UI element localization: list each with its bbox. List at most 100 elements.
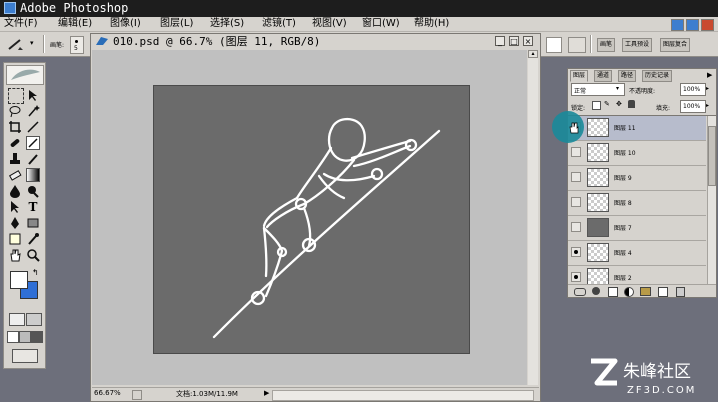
panel-menu-arrow[interactable]: ▶ — [707, 71, 712, 79]
toggle-palettes-icon[interactable] — [568, 37, 586, 53]
layer-row[interactable]: 图层 10 — [568, 141, 706, 166]
adobe-online-icon[interactable] — [6, 65, 44, 85]
vertical-scrollbar[interactable]: ▴ — [528, 50, 538, 385]
menu-image[interactable]: 图像(I) — [110, 17, 141, 31]
hand-tool-icon[interactable] — [8, 248, 22, 262]
canvas[interactable] — [153, 85, 470, 354]
zoom-tool-icon[interactable] — [26, 248, 40, 262]
status-menu-arrow[interactable]: ▶ — [264, 389, 269, 397]
standard-mode-icon[interactable] — [9, 313, 25, 326]
layer-row[interactable]: 图层 4 — [568, 241, 706, 266]
menu-layer[interactable]: 图层(L) — [160, 17, 193, 31]
brush-tool-selected-icon[interactable] — [26, 136, 40, 150]
menu-file[interactable]: 文件(F) — [4, 17, 38, 31]
close-button[interactable] — [701, 19, 714, 31]
doc-maximize-button[interactable]: □ — [509, 36, 519, 46]
layer-style-icon[interactable] — [592, 287, 600, 295]
menu-bar: 文件(F) 编辑(E) 图像(I) 图层(L) 选择(S) 滤镜(T) 视图(V… — [0, 17, 718, 32]
menu-view[interactable]: 视图(V) — [312, 17, 347, 31]
tab-history[interactable]: 历史记录 — [642, 70, 673, 82]
eye-icon[interactable] — [571, 197, 581, 207]
canvas-workarea[interactable] — [92, 50, 527, 385]
lasso-tool-icon[interactable] — [8, 104, 22, 118]
minimize-button[interactable] — [671, 19, 684, 31]
brush-preset-picker[interactable]: 5 — [70, 36, 84, 54]
screen-mode-full-icon[interactable] — [31, 331, 43, 343]
lock-position-icon[interactable]: ✥ — [616, 101, 623, 108]
tab-layers[interactable]: 图层 — [570, 70, 589, 82]
layer-row[interactable]: 图层 8 — [568, 191, 706, 216]
history-brush-tool-icon[interactable] — [26, 152, 40, 166]
screen-mode-full-menu-icon[interactable] — [19, 331, 31, 343]
layer-row[interactable]: 图层 11 — [568, 116, 706, 141]
shape-tool-icon[interactable] — [26, 216, 40, 230]
link-layers-icon[interactable] — [574, 288, 586, 296]
adjustment-layer-icon[interactable] — [624, 287, 634, 297]
layer-row[interactable]: 图层 2 — [568, 266, 706, 284]
zoom-level[interactable]: 66.67% — [94, 389, 121, 397]
tool-preset-dropdown[interactable]: ▾ — [30, 39, 34, 47]
path-selection-tool-icon[interactable] — [8, 200, 22, 214]
menu-help[interactable]: 帮助(H) — [414, 17, 449, 31]
layer-list-scrollbar[interactable] — [707, 116, 716, 284]
layer-row[interactable]: 图层 9 — [568, 166, 706, 191]
new-layer-icon[interactable] — [658, 287, 668, 297]
file-browser-icon[interactable] — [546, 37, 562, 53]
lock-all-icon[interactable] — [628, 100, 635, 108]
dodge-tool-icon[interactable] — [26, 184, 40, 198]
gradient-tool-icon[interactable] — [26, 168, 40, 182]
move-tool-icon[interactable] — [26, 88, 40, 102]
tab-channels[interactable]: 通道 — [594, 70, 613, 82]
eye-icon[interactable] — [571, 172, 581, 182]
clone-stamp-tool-icon[interactable] — [8, 152, 22, 166]
fill-slider-arrow[interactable]: ▸ — [706, 102, 709, 109]
menu-window[interactable]: 窗口(W) — [362, 17, 400, 31]
eye-icon[interactable] — [571, 272, 581, 282]
blur-tool-icon[interactable] — [8, 184, 22, 198]
eraser-tool-icon[interactable] — [8, 168, 22, 182]
notes-tool-icon[interactable] — [8, 232, 22, 246]
marquee-tool-icon[interactable] — [8, 88, 24, 104]
eyedropper-tool-icon[interactable] — [26, 232, 40, 246]
new-group-icon[interactable] — [640, 287, 651, 296]
maximize-button[interactable] — [686, 19, 699, 31]
brush-tool-icon[interactable] — [6, 37, 26, 51]
swap-colors-icon[interactable]: ↰ — [32, 268, 39, 277]
delete-layer-icon[interactable] — [676, 287, 685, 297]
slice-tool-icon[interactable] — [26, 120, 40, 134]
fill-field[interactable]: 100% — [680, 100, 706, 113]
magic-wand-tool-icon[interactable] — [26, 104, 40, 118]
blend-mode-select[interactable]: 正常 ▾ — [571, 83, 625, 96]
status-info-icon[interactable] — [132, 390, 142, 400]
horizontal-scrollbar[interactable] — [272, 390, 534, 401]
opacity-field[interactable]: 100% — [680, 83, 706, 96]
crop-tool-icon[interactable] — [8, 120, 22, 134]
doc-minimize-button[interactable]: _ — [495, 36, 505, 46]
eye-icon[interactable] — [571, 247, 581, 257]
jump-to-imageready-icon[interactable] — [12, 349, 38, 363]
menu-select[interactable]: 选择(S) — [210, 17, 244, 31]
opacity-slider-arrow[interactable]: ▸ — [706, 85, 709, 92]
foreground-color-swatch-front[interactable] — [10, 271, 28, 289]
screen-mode-standard-icon[interactable] — [7, 331, 19, 343]
quick-mask-mode-icon[interactable] — [26, 313, 42, 326]
menu-edit[interactable]: 编辑(E) — [58, 17, 92, 31]
layer-row[interactable]: 图层 7 — [568, 216, 706, 241]
lock-image-icon[interactable]: ✎ — [604, 101, 611, 108]
lock-transparency-icon[interactable] — [592, 101, 601, 110]
doc-close-button[interactable]: × — [523, 36, 533, 46]
palette-well-tab-layer-comps[interactable]: 图层复合 — [660, 38, 691, 52]
type-tool-icon[interactable]: T — [26, 200, 40, 214]
menu-filter[interactable]: 滤镜(T) — [262, 17, 296, 31]
document-window: 010.psd @ 66.7% (图层 11, RGB/8) _ □ × ▴ 6… — [90, 33, 541, 402]
healing-brush-tool-icon[interactable] — [8, 136, 22, 150]
palette-well-tab-brushes[interactable]: 画笔 — [597, 38, 616, 52]
scroll-up-button[interactable]: ▴ — [528, 50, 538, 58]
eye-icon[interactable] — [571, 222, 581, 232]
tab-paths[interactable]: 路径 — [618, 70, 637, 82]
palette-well-tab-tool-presets[interactable]: 工具预设 — [622, 38, 653, 52]
add-mask-icon[interactable] — [608, 287, 618, 297]
layer-name: 图层 2 — [614, 275, 632, 282]
eye-icon[interactable] — [571, 147, 581, 157]
pen-tool-icon[interactable] — [8, 216, 22, 230]
